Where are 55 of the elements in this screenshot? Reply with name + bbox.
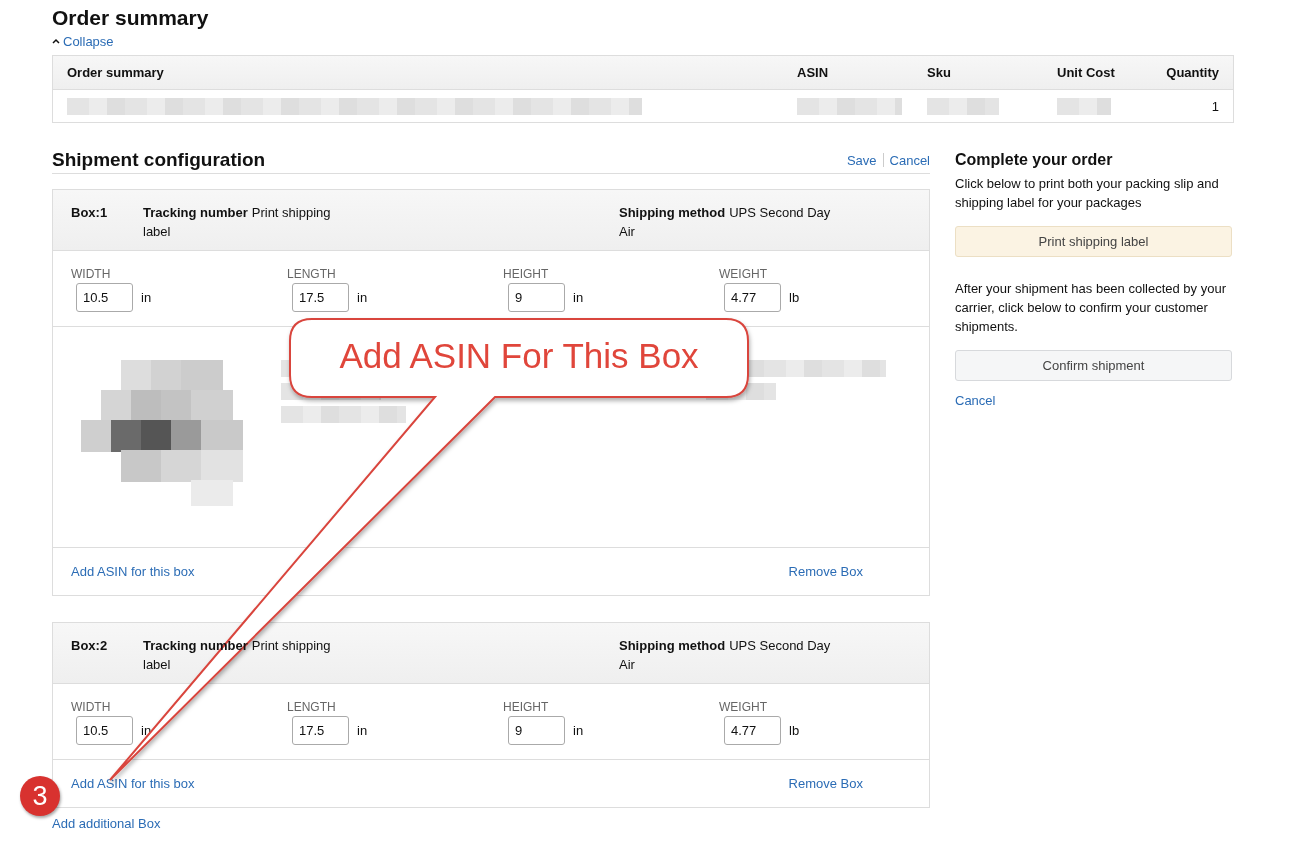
page-title: Order summary (52, 5, 210, 31)
dimension-field[interactable]: 9 (508, 283, 565, 312)
remove-box-link[interactable]: Remove Box (788, 564, 863, 579)
shipping-method-info: Shipping method UPS Second Day Air (619, 637, 832, 674)
section-title: Complete your order (955, 151, 1114, 169)
unit-label: in (573, 723, 584, 738)
tracking-info: Tracking number Print shipping label (143, 204, 332, 241)
dimension-field[interactable]: 17.5 (292, 283, 349, 312)
dimension-label: WEIGHT (719, 700, 768, 714)
column-header: Sku (926, 65, 952, 80)
unit-label: in (573, 290, 584, 305)
dimension-field[interactable]: 10.5 (76, 716, 133, 745)
dimension-field[interactable]: 10.5 (76, 283, 133, 312)
collapse-link[interactable]: Collapse (63, 33, 114, 49)
dimension-label: HEIGHT (503, 700, 550, 714)
add-asin-link[interactable]: Add ASIN for this box (71, 564, 195, 579)
confirm-shipment-button[interactable]: Confirm shipment (955, 350, 1232, 381)
dimension-label: HEIGHT (503, 267, 550, 281)
instruction-text: After your shipment has been collected by your carrier, click below to confirm your customer shipments. (955, 280, 1227, 336)
cancel-link[interactable]: Cancel (955, 393, 996, 408)
callout-text: Add ASIN For This Box (338, 335, 700, 377)
shipping-method-info: Shipping method UPS Second Day Air (619, 204, 832, 241)
dimension-field[interactable]: 4.77 (724, 283, 781, 312)
box-label: Box:2 (71, 637, 109, 655)
dimension-label: LENGTH (287, 700, 337, 714)
instruction-text: Click below to print both your packing slip and shipping label for your packages (955, 175, 1220, 212)
unit-label: in (141, 290, 152, 305)
column-header: Order summary (66, 65, 165, 80)
unit-label: lb (789, 723, 800, 738)
section-title: Shipment configuration (52, 149, 266, 171)
dimension-field[interactable]: 4.77 (724, 716, 781, 745)
step-badge: 3 (20, 776, 60, 816)
redacted-text (1057, 97, 1111, 115)
dimension-label: WIDTH (71, 267, 112, 281)
dimension-label: WIDTH (71, 700, 112, 714)
caret-icon (52, 38, 60, 44)
cancel-link[interactable]: Cancel (889, 152, 930, 168)
column-header: Quantity (1165, 65, 1220, 80)
unit-label: lb (789, 290, 800, 305)
column-header: ASIN (796, 65, 830, 80)
dimension-label: WEIGHT (719, 267, 768, 281)
print-label-button[interactable]: Print shipping label (955, 226, 1232, 257)
add-box-link[interactable]: Add additional Box (52, 816, 161, 831)
column-header: Unit Cost (1056, 65, 1116, 80)
unit-label: in (357, 290, 368, 305)
dimension-field[interactable]: 9 (508, 716, 565, 745)
save-link[interactable]: Save (846, 152, 877, 168)
dimension-field[interactable]: 17.5 (292, 716, 349, 745)
dimension-label: LENGTH (287, 267, 337, 281)
remove-box-link[interactable]: Remove Box (788, 776, 863, 791)
table-cell-text: 1 (1210, 98, 1220, 114)
add-asin-link[interactable]: Add ASIN for this box (71, 776, 195, 791)
box-label: Box:1 (71, 204, 109, 222)
unit-label: in (357, 723, 368, 738)
redacted-text (927, 97, 999, 115)
